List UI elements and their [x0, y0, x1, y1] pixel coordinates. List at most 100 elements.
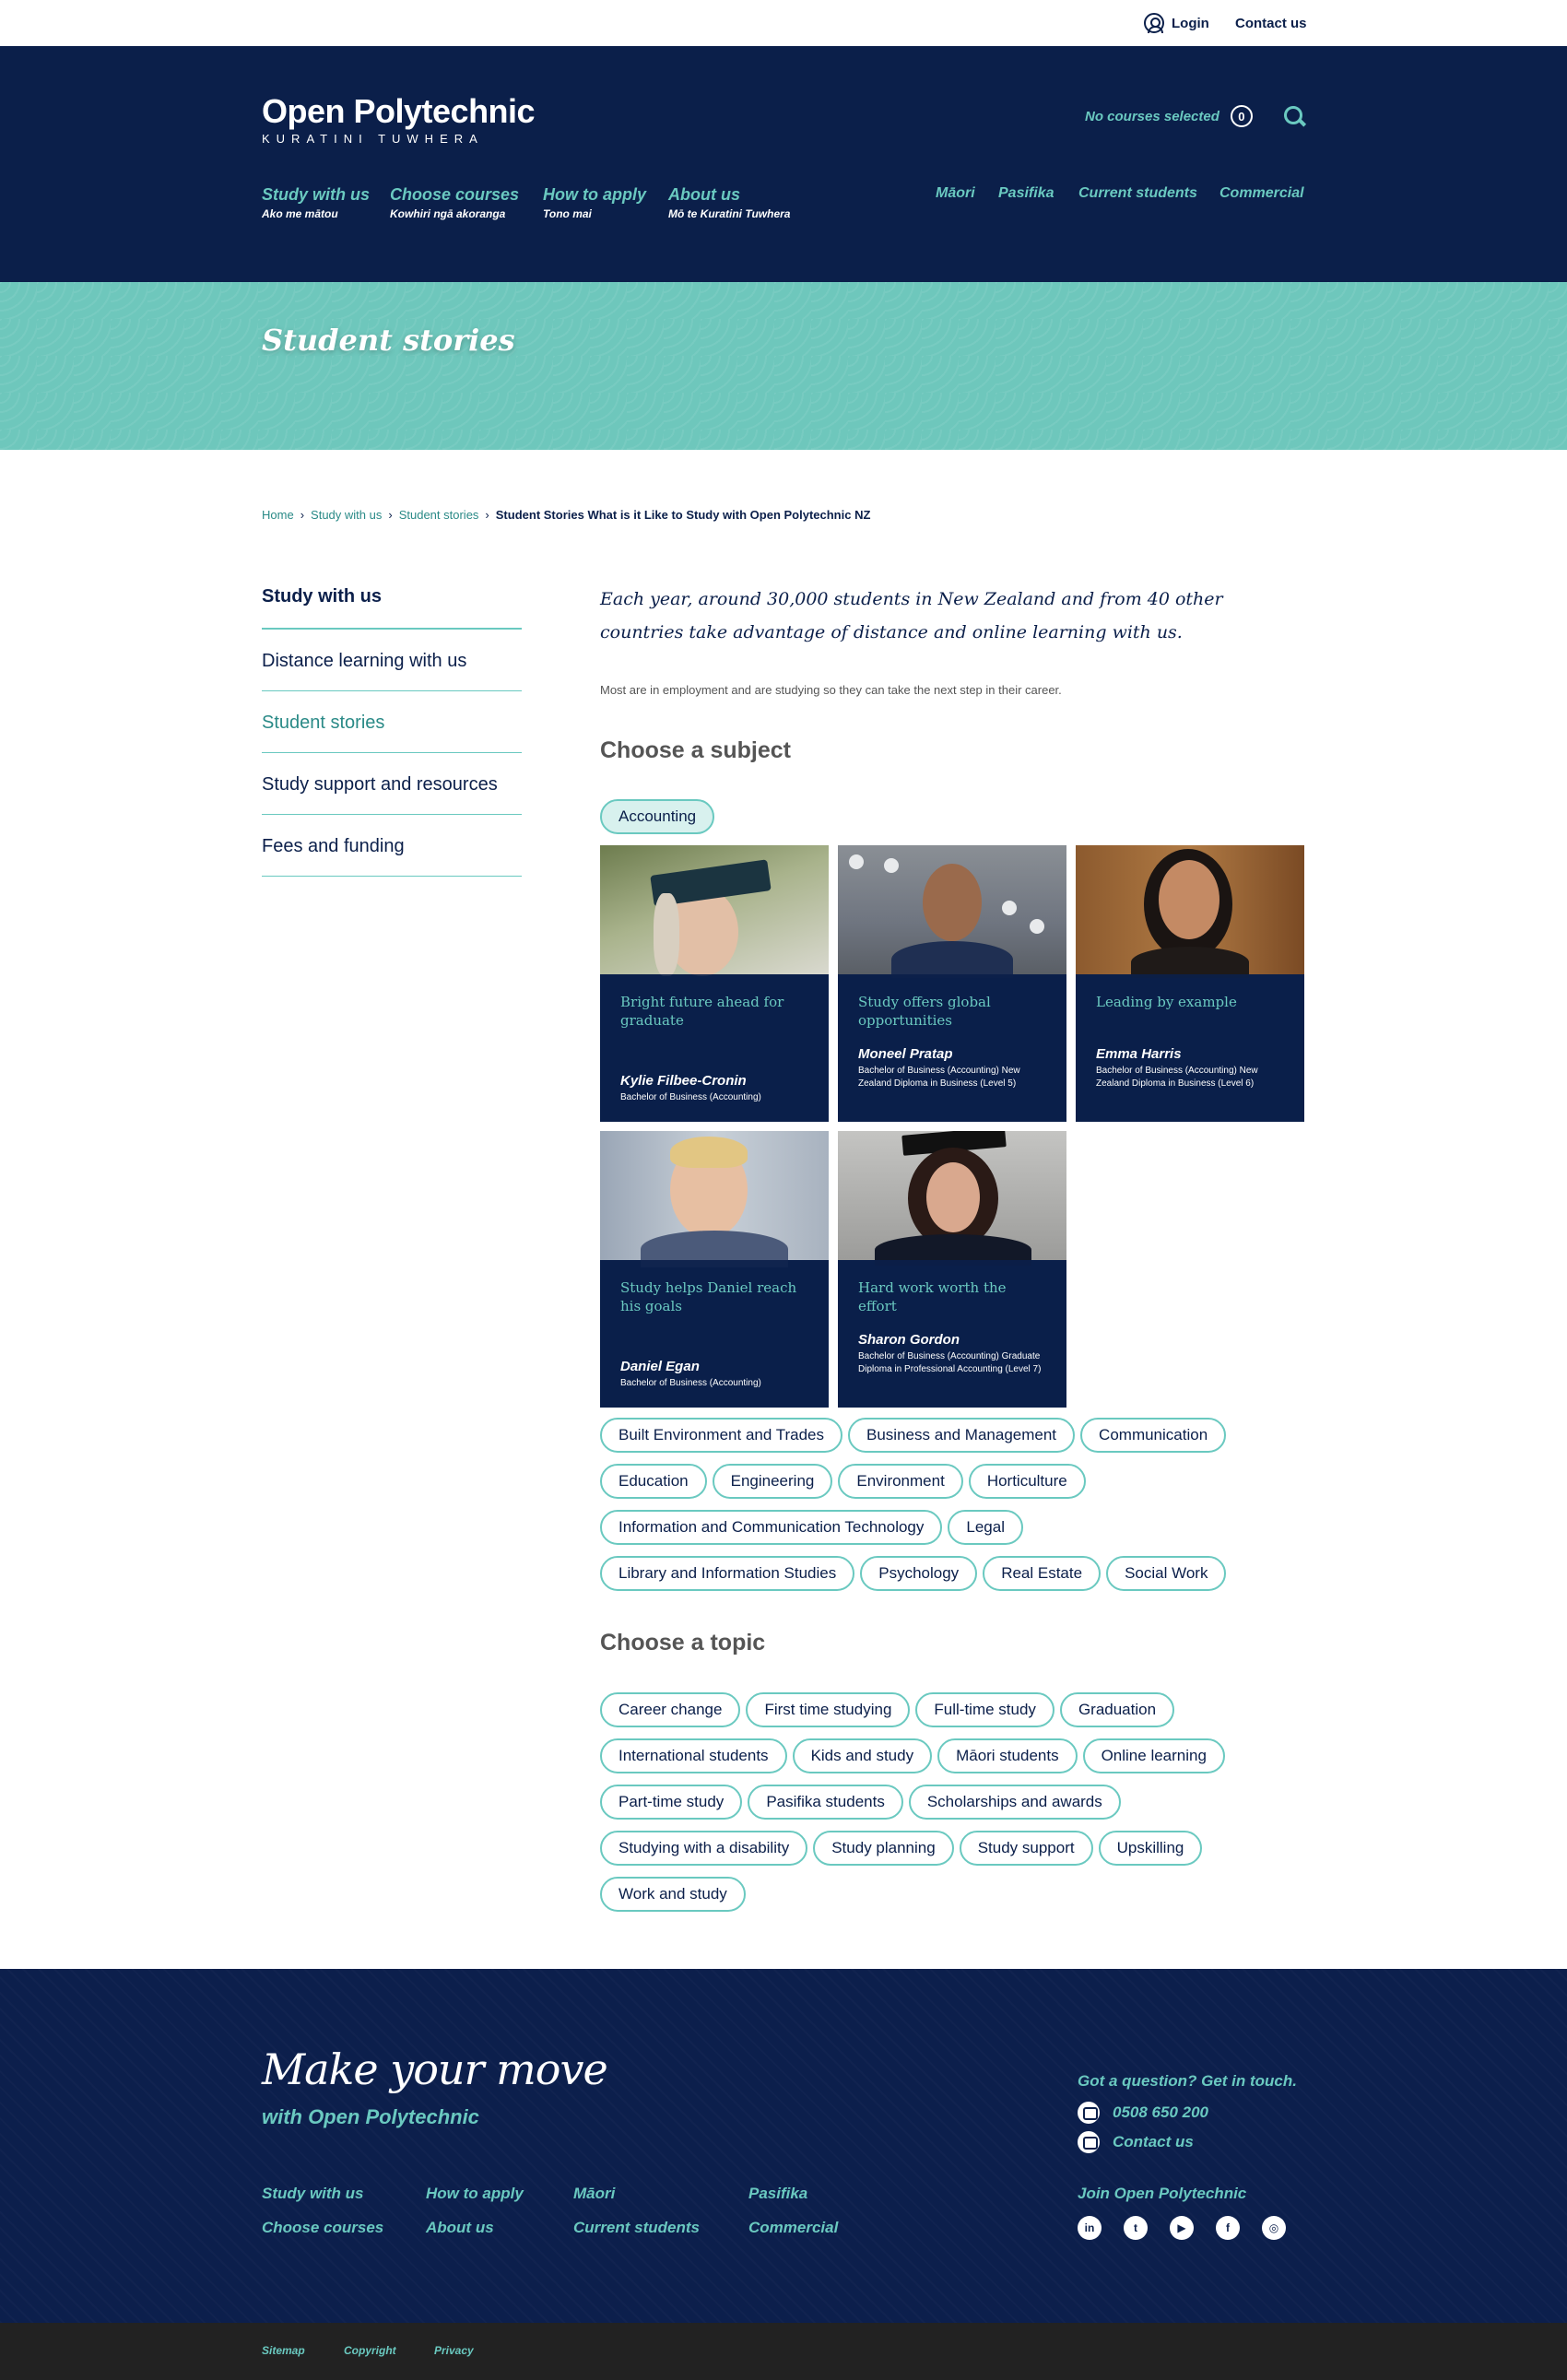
nav-maori[interactable]: Māori — [936, 185, 975, 202]
youtube-icon[interactable]: ▶ — [1170, 2216, 1194, 2240]
instagram-icon[interactable]: ◎ — [1262, 2216, 1286, 2240]
course-count-badge: 0 — [1230, 105, 1253, 127]
subject-pill[interactable]: Education — [600, 1464, 707, 1499]
sidebar-heading[interactable]: Study with us — [262, 575, 522, 630]
topic-pill[interactable]: International students — [600, 1738, 787, 1773]
nav-sublabel: Tono mai — [543, 207, 592, 220]
student-photo — [838, 845, 1066, 978]
footer-link-about-us[interactable]: About us — [426, 2219, 494, 2237]
footer-contact-link[interactable]: Contact us — [1078, 2131, 1194, 2153]
story-title: Hard work worth the effort — [858, 1279, 1007, 1314]
footer-bottom-bar: Sitemap Copyright Privacy — [0, 2323, 1567, 2380]
subject-pill[interactable]: Legal — [948, 1510, 1023, 1545]
page-title: Student stories — [262, 323, 515, 358]
topic-pill[interactable]: Scholarships and awards — [908, 1785, 1121, 1820]
subject-pill-accounting[interactable]: Accounting — [600, 799, 715, 834]
nav-about-us[interactable]: About us Mō te Kuratini Tuwhera — [668, 185, 790, 220]
breadcrumb-current: Student Stories What is it Like to Study… — [495, 508, 871, 522]
story-card[interactable]: Study helps Daniel reach his goals Danie… — [600, 1131, 829, 1408]
topic-pill[interactable]: Kids and study — [792, 1738, 933, 1773]
topic-pill[interactable]: Work and study — [600, 1877, 746, 1912]
nav-pasifika[interactable]: Pasifika — [998, 185, 1054, 202]
subject-pill[interactable]: Business and Management — [848, 1418, 1076, 1453]
story-card[interactable]: Hard work worth the effort Sharon Gordon… — [838, 1131, 1066, 1408]
breadcrumb-home[interactable]: Home — [262, 508, 294, 522]
story-card[interactable]: Leading by example Emma Harris Bachelor … — [1076, 845, 1304, 1122]
subject-pill[interactable]: Engineering — [712, 1464, 833, 1499]
facebook-icon[interactable]: f — [1216, 2216, 1240, 2240]
sidebar-item-study-support[interactable]: Study support and resources — [262, 753, 522, 815]
nav-label: How to apply — [543, 185, 646, 204]
nav-choose-courses[interactable]: Choose courses Kowhiri ngā akoranga — [390, 185, 519, 220]
student-qualifications: Bachelor of Business (Accounting) New Ze… — [858, 1066, 1020, 1089]
topic-pill[interactable]: Online learning — [1082, 1738, 1225, 1773]
chevron-right-icon: › — [485, 508, 489, 522]
logo-subtitle: KURATINI TUWHERA — [262, 132, 484, 146]
login-link[interactable]: Login — [1144, 0, 1209, 46]
mail-icon — [1078, 2131, 1100, 2153]
footer-link-study-with-us[interactable]: Study with us — [262, 2185, 364, 2203]
subject-pill[interactable]: Library and Information Studies — [600, 1556, 855, 1591]
nav-study-with-us[interactable]: Study with us Ako me mātou — [262, 185, 370, 220]
nav-current-students[interactable]: Current students — [1078, 185, 1197, 202]
student-name: Daniel Egan — [620, 1359, 700, 1374]
subject-pill[interactable]: Psychology — [860, 1556, 978, 1591]
topic-pill[interactable]: Upskilling — [1098, 1831, 1203, 1866]
topic-pill[interactable]: Study planning — [813, 1831, 954, 1866]
breadcrumb-student-stories[interactable]: Student stories — [399, 508, 479, 522]
contact-us-link[interactable]: Contact us — [1235, 0, 1307, 46]
site-logo[interactable]: Open Polytechnic KURATINI TUWHERA — [262, 92, 536, 146]
topic-pill[interactable]: Study support — [959, 1831, 1093, 1866]
topic-pill[interactable]: Full-time study — [915, 1692, 1054, 1727]
subject-pill[interactable]: Built Environment and Trades — [600, 1418, 843, 1453]
story-title: Bright future ahead for graduate — [620, 994, 784, 1029]
copyright-link[interactable]: Copyright — [344, 2344, 396, 2357]
topic-pill[interactable]: Graduation — [1059, 1692, 1175, 1727]
subject-pill[interactable]: Real Estate — [983, 1556, 1102, 1591]
topic-pill[interactable]: Studying with a disability — [600, 1831, 808, 1866]
nav-commercial[interactable]: Commercial — [1219, 185, 1304, 202]
courses-selected-link[interactable]: No courses selected 0 — [1085, 105, 1253, 127]
student-name: Kylie Filbee-Cronin — [620, 1073, 747, 1089]
story-title: Study helps Daniel reach his goals — [620, 1279, 797, 1314]
twitter-icon[interactable]: t — [1124, 2216, 1148, 2240]
topic-pill[interactable]: Career change — [600, 1692, 741, 1727]
student-photo — [838, 1131, 1066, 1266]
footer-link-maori[interactable]: Māori — [573, 2185, 615, 2203]
login-label: Login — [1172, 15, 1209, 31]
footer-link-current-students[interactable]: Current students — [573, 2219, 700, 2237]
nav-label: About us — [668, 185, 740, 204]
topic-heading: Choose a topic — [600, 1630, 766, 1655]
linkedin-icon[interactable]: in — [1078, 2216, 1102, 2240]
subject-pill[interactable]: Environment — [838, 1464, 963, 1499]
subject-filter-list: Built Environment and Trades Business and… — [600, 1418, 1319, 1602]
footer-link-commercial[interactable]: Commercial — [748, 2219, 838, 2237]
sidebar-item-student-stories[interactable]: Student stories — [262, 691, 522, 753]
story-card[interactable]: Bright future ahead for graduate Kylie F… — [600, 845, 829, 1122]
topic-pill[interactable]: First time studying — [746, 1692, 911, 1727]
footer-link-pasifika[interactable]: Pasifika — [748, 2185, 807, 2203]
sidebar-item-distance-learning[interactable]: Distance learning with us — [262, 630, 522, 691]
subject-pill[interactable]: Communication — [1080, 1418, 1227, 1453]
subject-pill[interactable]: Information and Communication Technology — [600, 1510, 943, 1545]
sitemap-link[interactable]: Sitemap — [262, 2344, 305, 2357]
chevron-right-icon: › — [388, 508, 393, 522]
topic-pill[interactable]: Māori students — [937, 1738, 1078, 1773]
nav-sublabel: Kowhiri ngā akoranga — [390, 207, 506, 220]
story-card[interactable]: Study offers global opportunities Moneel… — [838, 845, 1066, 1122]
breadcrumb-study-with-us[interactable]: Study with us — [311, 508, 382, 522]
topic-pill[interactable]: Pasifika students — [748, 1785, 903, 1820]
topic-pill[interactable]: Part-time study — [600, 1785, 743, 1820]
subject-heading: Choose a subject — [600, 737, 791, 763]
site-header: Open Polytechnic KURATINI TUWHERA No cou… — [0, 46, 1567, 282]
sidebar-item-fees-funding[interactable]: Fees and funding — [262, 815, 522, 877]
privacy-link[interactable]: Privacy — [434, 2344, 474, 2357]
search-icon[interactable] — [1283, 105, 1305, 127]
subject-pill[interactable]: Horticulture — [968, 1464, 1086, 1499]
subject-pill[interactable]: Social Work — [1106, 1556, 1227, 1591]
nav-how-to-apply[interactable]: How to apply Tono mai — [543, 185, 646, 220]
story-title: Study offers global opportunities — [858, 994, 991, 1029]
footer-phone-link[interactable]: 0508 650 200 — [1078, 2102, 1208, 2124]
footer-link-how-to-apply[interactable]: How to apply — [426, 2185, 524, 2203]
footer-link-choose-courses[interactable]: Choose courses — [262, 2219, 383, 2237]
